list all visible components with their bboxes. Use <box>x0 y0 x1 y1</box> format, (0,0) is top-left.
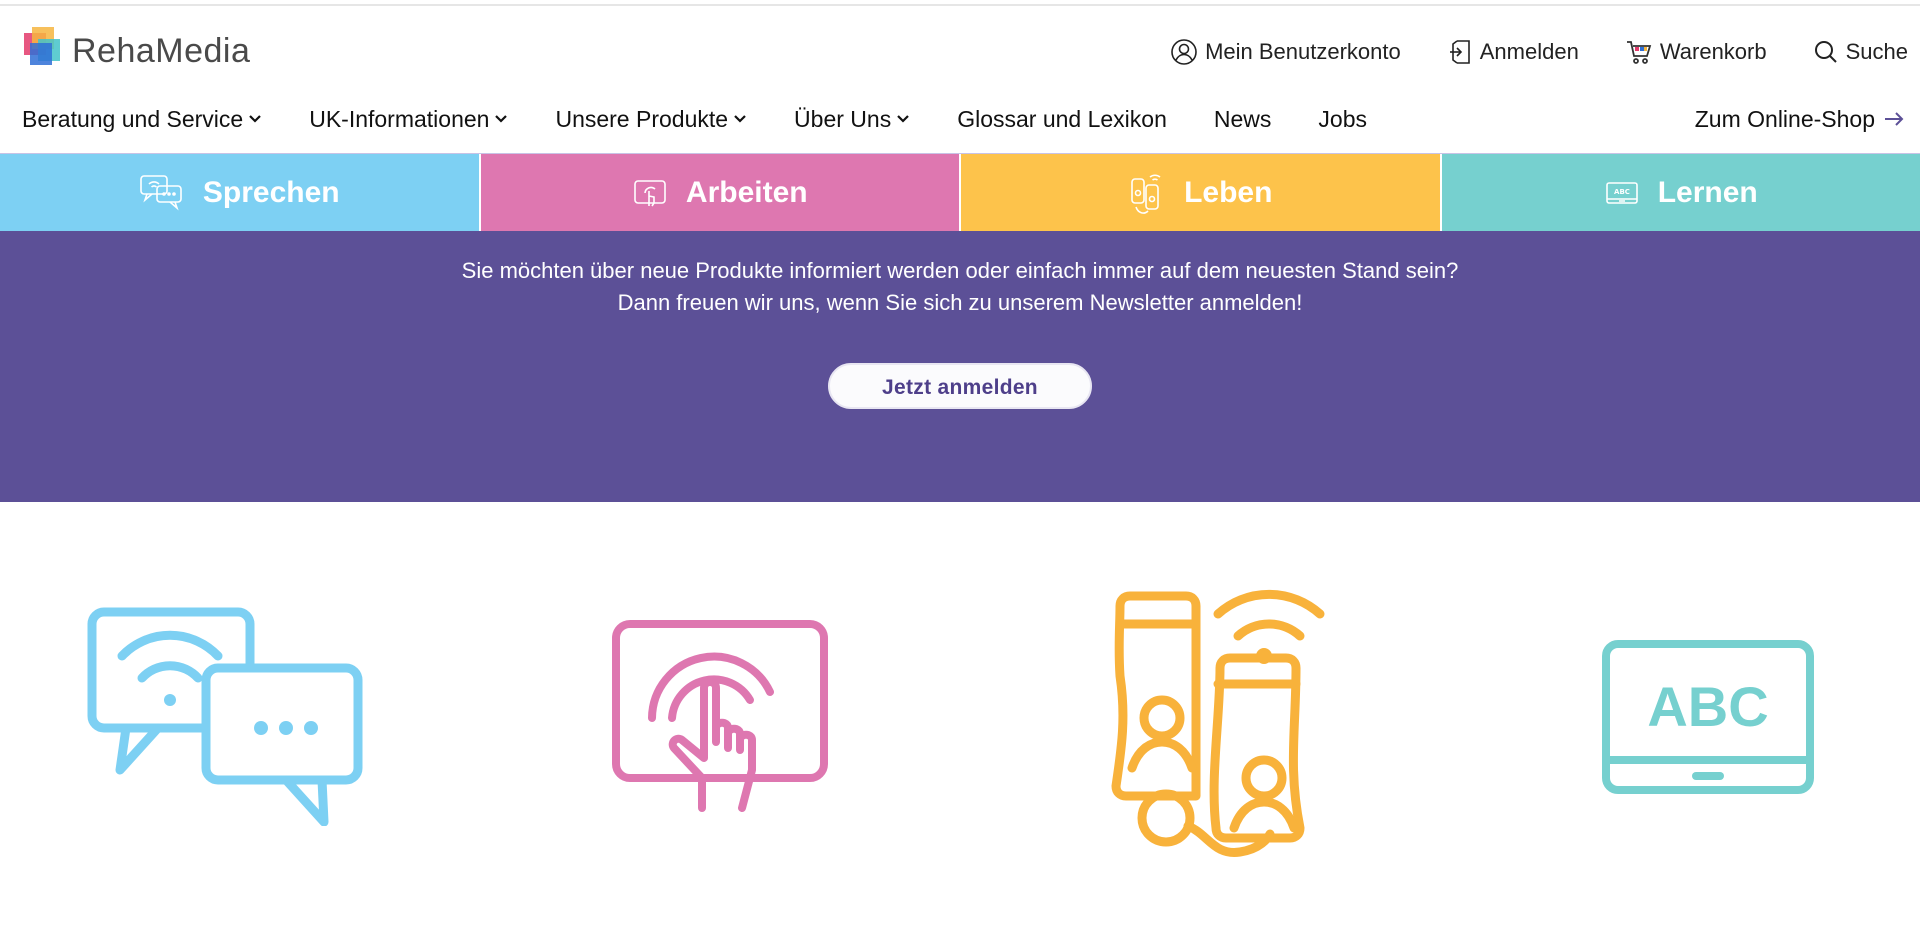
arrow-right-icon <box>1885 112 1904 126</box>
nav-label: News <box>1213 105 1272 132</box>
devices-icon <box>1131 174 1161 214</box>
logo-text: RehaMedia <box>72 31 251 70</box>
online-shop-link[interactable]: Zum Online-Shop <box>1695 104 1904 134</box>
nav-item-ueber-uns[interactable]: Über Uns <box>794 106 910 133</box>
category-lernen[interactable]: ABC Lernen <box>1441 154 1920 231</box>
newsletter-signup-button[interactable]: Jetzt anmelden <box>828 363 1092 409</box>
nav-label: Glossar und Lexikon <box>957 105 1167 132</box>
chevron-down-icon <box>495 115 508 123</box>
search-icon <box>1814 41 1837 63</box>
utility-nav: Mein Benutzerkonto Anmelden Warenkorb Su… <box>1124 34 1908 70</box>
abc-tablet-icon: ABC <box>1602 640 1814 794</box>
login-label: Anmelden <box>1479 39 1579 64</box>
nav-item-uk-informationen[interactable]: UK-Informationen <box>309 106 508 133</box>
nav-item-produkte[interactable]: Unsere Produkte <box>555 106 747 133</box>
category-label: Arbeiten <box>685 175 808 209</box>
main-nav: Beratung und Service UK-Informationen Un… <box>22 104 1414 134</box>
logo-mark-icon <box>24 27 64 71</box>
svg-text:ABC: ABC <box>1614 188 1630 196</box>
newsletter-section: Sie möchten über neue Produkte informier… <box>0 231 1920 502</box>
category-label: Sprechen <box>202 175 340 209</box>
speech-bubbles-wifi-icon <box>87 607 363 826</box>
speech-bubbles-icon <box>140 174 182 210</box>
category-leben[interactable]: Leben <box>961 154 1442 231</box>
search-label: Suche <box>1845 39 1908 64</box>
abc-tablet-icon: ABC <box>1605 181 1638 204</box>
site-header: RehaMedia Mein Benutzerkonto Anmelden Wa… <box>0 6 1920 152</box>
account-label: Mein Benutzerkonto <box>1205 39 1401 64</box>
cart-link[interactable]: Warenkorb <box>1625 38 1767 66</box>
newsletter-line-2: Dann freuen wir uns, wenn Sie sich zu un… <box>617 290 1303 315</box>
chevron-down-icon <box>249 115 261 123</box>
category-label: Lernen <box>1657 175 1758 209</box>
newsletter-line-1: Sie möchten über neue Produkte informier… <box>461 258 1459 283</box>
nav-item-beratung[interactable]: Beratung und Service <box>22 106 262 133</box>
nav-label: Jobs <box>1318 105 1367 132</box>
nav-label: Beratung und Service <box>22 105 244 132</box>
chevron-down-icon <box>897 115 909 123</box>
cart-label: Warenkorb <box>1659 39 1767 64</box>
nav-label: Über Uns <box>794 105 892 132</box>
category-label: Leben <box>1184 175 1273 209</box>
user-circle-icon <box>1171 39 1197 65</box>
nav-item-jobs[interactable]: Jobs <box>1318 106 1367 133</box>
touch-screen-icon <box>634 179 666 206</box>
nav-label: Unsere Produkte <box>555 105 729 132</box>
logo[interactable]: RehaMedia <box>24 27 251 71</box>
nav-item-glossar[interactable]: Glossar und Lexikon <box>957 106 1167 133</box>
touch-screen-icon <box>612 620 828 812</box>
cart-icon <box>1626 41 1652 64</box>
newsletter-text: Sie möchten über neue Produkte informier… <box>0 255 1920 319</box>
category-sprechen[interactable]: Sprechen <box>0 154 481 231</box>
account-link[interactable]: Mein Benutzerkonto <box>1170 38 1401 66</box>
nav-label: UK-Informationen <box>309 105 490 132</box>
chevron-down-icon <box>734 115 746 123</box>
online-shop-label: Zum Online-Shop <box>1694 105 1875 132</box>
login-link[interactable]: Anmelden <box>1447 38 1579 66</box>
abc-text: ABC <box>1647 675 1768 738</box>
communication-devices-icon <box>1111 589 1325 857</box>
search-link[interactable]: Suche <box>1813 39 1908 65</box>
category-bar: Sprechen Arbeiten Leben ABC Lernen <box>0 153 1920 231</box>
nav-item-news[interactable]: News <box>1214 106 1272 133</box>
category-arbeiten[interactable]: Arbeiten <box>480 154 961 231</box>
login-door-icon <box>1449 40 1470 64</box>
